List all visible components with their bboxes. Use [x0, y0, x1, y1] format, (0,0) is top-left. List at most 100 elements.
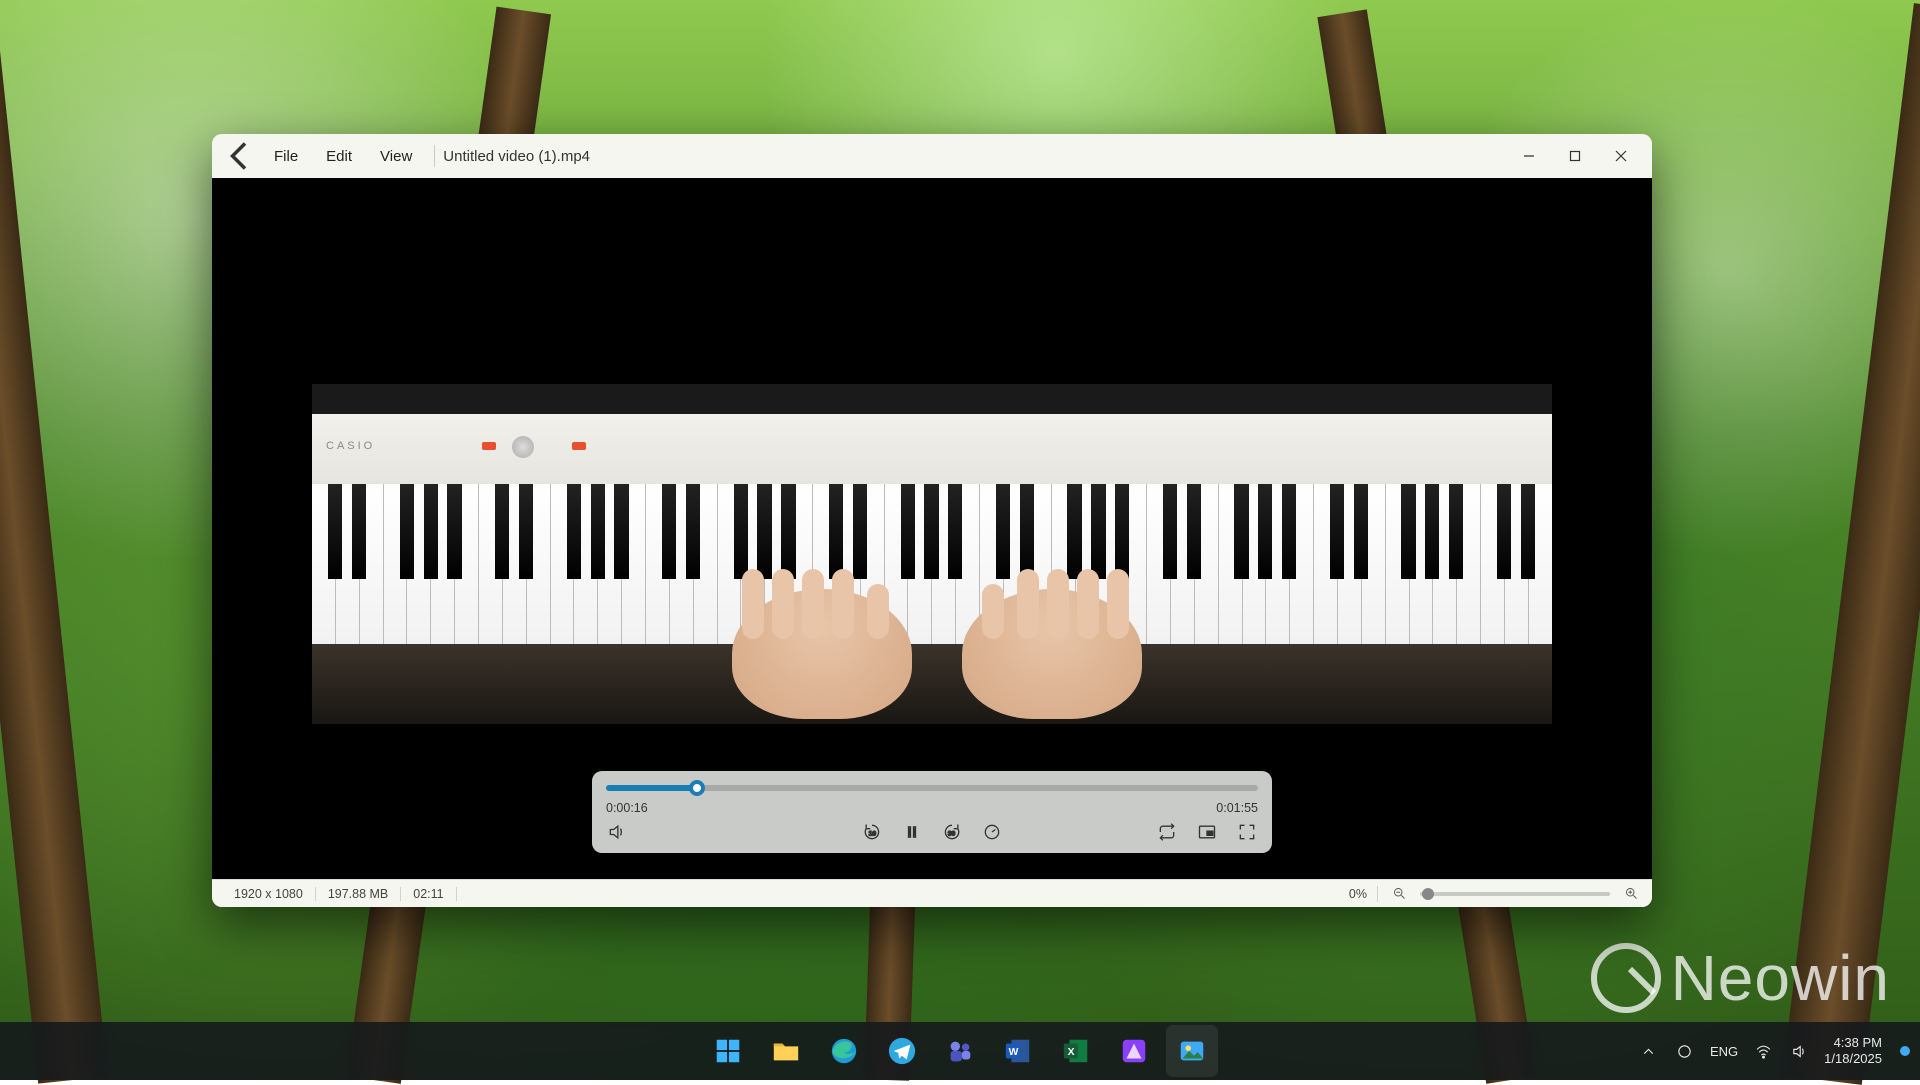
back-button[interactable]: [220, 136, 260, 176]
taskbar: W X ENG 4:38 PM 1/18/2025: [0, 1022, 1920, 1080]
seek-thumb[interactable]: [689, 780, 705, 796]
speaker-icon: [607, 822, 627, 842]
zoom-controls: 0%: [1349, 883, 1642, 905]
close-icon: [1615, 150, 1627, 162]
maximize-icon: [1569, 150, 1581, 162]
maximize-button[interactable]: [1552, 134, 1598, 178]
piano-led: [572, 442, 586, 450]
svg-text:10: 10: [869, 830, 877, 837]
zoom-in-button[interactable]: [1620, 883, 1642, 905]
skip-back-icon: 10: [862, 822, 882, 842]
menu-file[interactable]: File: [260, 134, 312, 178]
watermark-text: Neowin: [1671, 941, 1890, 1015]
excel-button[interactable]: X: [1051, 1026, 1101, 1076]
edge-icon: [829, 1036, 859, 1066]
close-button[interactable]: [1598, 134, 1644, 178]
minimize-button[interactable]: [1506, 134, 1552, 178]
tray-date: 1/18/2025: [1824, 1051, 1882, 1067]
elapsed-time: 0:00:16: [606, 801, 648, 815]
video-viewport[interactable]: CASIO: [212, 178, 1652, 879]
wifi-icon: [1755, 1043, 1772, 1060]
excel-icon: X: [1061, 1036, 1091, 1066]
affinity-icon: [1119, 1036, 1149, 1066]
tray-time: 4:38 PM: [1824, 1035, 1882, 1051]
video-content-piano: CASIO: [312, 384, 1552, 724]
status-resolution: 1920 x 1080: [222, 887, 316, 901]
media-player-window: File Edit View Untitled video (1).mp4 CA…: [212, 134, 1652, 907]
start-button[interactable]: [703, 1026, 753, 1076]
skip-forward-button[interactable]: 30: [941, 821, 963, 843]
taskbar-pinned-apps: W X: [703, 1026, 1217, 1076]
speed-gauge-icon: [982, 822, 1002, 842]
affinity-button[interactable]: [1109, 1026, 1159, 1076]
zoom-value: 0%: [1349, 887, 1367, 901]
zoom-out-button[interactable]: [1388, 883, 1410, 905]
neowin-watermark: Neowin: [1591, 941, 1890, 1015]
telegram-button[interactable]: [877, 1026, 927, 1076]
teams-icon: [945, 1036, 975, 1066]
status-duration: 02:11: [401, 887, 456, 901]
sound-button[interactable]: [1788, 1040, 1810, 1062]
file-explorer-button[interactable]: [761, 1026, 811, 1076]
tray-app-icon[interactable]: [1674, 1040, 1696, 1062]
seek-progress: [606, 785, 697, 791]
menu-view[interactable]: View: [366, 134, 426, 178]
left-hand: [732, 589, 912, 719]
word-button[interactable]: W: [993, 1026, 1043, 1076]
window-title: Untitled video (1).mp4: [443, 148, 590, 165]
piano-led: [482, 442, 496, 450]
tray-overflow-button[interactable]: [1638, 1040, 1660, 1062]
arrow-left-icon: [220, 136, 260, 176]
speaker-icon: [1791, 1043, 1808, 1060]
pip-icon: [1197, 822, 1217, 842]
word-icon: W: [1003, 1036, 1033, 1066]
skip-forward-icon: 30: [942, 822, 962, 842]
right-hand: [962, 589, 1142, 719]
playback-speed-button[interactable]: [981, 821, 1003, 843]
circle-icon: [1676, 1043, 1693, 1060]
zoom-in-icon: [1624, 886, 1639, 901]
window-controls: [1506, 134, 1644, 178]
menu-edit[interactable]: Edit: [312, 134, 366, 178]
piano-white-keys: [312, 484, 1552, 644]
menu-bar: File Edit View: [260, 134, 426, 178]
volume-button[interactable]: [606, 821, 628, 843]
pause-icon: [902, 822, 922, 842]
mini-player-button[interactable]: [1196, 821, 1218, 843]
svg-text:X: X: [1068, 1047, 1075, 1058]
telegram-icon: [887, 1036, 917, 1066]
language-indicator[interactable]: ENG: [1710, 1044, 1738, 1059]
neowin-logo-icon: [1591, 943, 1661, 1013]
folder-icon: [771, 1036, 801, 1066]
repeat-icon: [1157, 822, 1177, 842]
teams-button[interactable]: [935, 1026, 985, 1076]
chevron-up-icon: [1640, 1043, 1657, 1060]
svg-text:W: W: [1009, 1047, 1019, 1058]
clock[interactable]: 4:38 PM 1/18/2025: [1824, 1035, 1882, 1068]
notification-indicator[interactable]: [1900, 1046, 1910, 1056]
system-tray: ENG 4:38 PM 1/18/2025: [1638, 1022, 1910, 1080]
fullscreen-button[interactable]: [1236, 821, 1258, 843]
pause-button[interactable]: [901, 821, 923, 843]
piano-floor: [312, 644, 1552, 724]
photos-button[interactable]: [1167, 1026, 1217, 1076]
wallpaper-tree: [1783, 3, 1920, 1085]
repeat-button[interactable]: [1156, 821, 1178, 843]
piano-knob: [512, 436, 534, 458]
zoom-slider[interactable]: [1420, 892, 1610, 896]
edge-button[interactable]: [819, 1026, 869, 1076]
skip-back-button[interactable]: 10: [861, 821, 883, 843]
windows-icon: [713, 1036, 743, 1066]
seek-bar[interactable]: [606, 785, 1258, 791]
titlebar-divider: [434, 145, 435, 167]
playback-controls: 0:00:16 0:01:55 10 30: [592, 771, 1272, 853]
wifi-button[interactable]: [1752, 1040, 1774, 1062]
zoom-out-icon: [1392, 886, 1407, 901]
zoom-thumb[interactable]: [1422, 888, 1434, 900]
total-time: 0:01:55: [1216, 801, 1258, 815]
status-filesize: 197.88 MB: [316, 887, 401, 901]
wallpaper-tree: [0, 2, 108, 1083]
photos-icon: [1177, 1036, 1207, 1066]
svg-text:30: 30: [948, 830, 956, 837]
titlebar: File Edit View Untitled video (1).mp4: [212, 134, 1652, 178]
